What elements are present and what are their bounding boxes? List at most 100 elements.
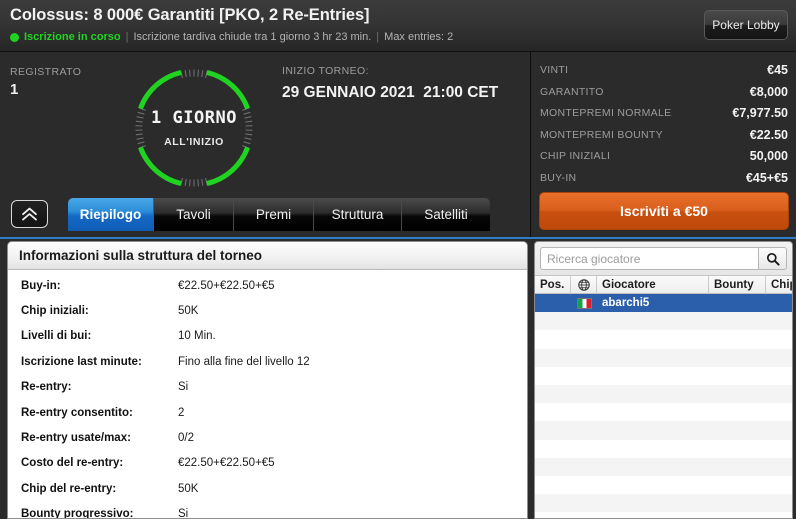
- tab-struttura[interactable]: Struttura: [314, 198, 402, 231]
- player-chip: [766, 476, 792, 494]
- player-flag-empty: [571, 312, 597, 330]
- table-row[interactable]: [535, 384, 792, 404]
- prize-label: CHIP INIZIALI: [540, 150, 611, 162]
- prize-row: GARANTITO €8,000: [540, 82, 788, 102]
- player-chip: [766, 494, 792, 512]
- column-header-bounty[interactable]: Bounty: [709, 275, 766, 294]
- structure-info-panel: Informazioni sulla struttura del torneo …: [7, 241, 528, 519]
- table-row[interactable]: [535, 512, 792, 518]
- player-chip: [766, 421, 792, 439]
- tab-label: Premi: [255, 207, 292, 222]
- player-position: [535, 421, 571, 439]
- tab-satelliti[interactable]: Satelliti: [402, 198, 490, 231]
- structure-rows: Buy-in: €22.50+€22.50+€5 Chip iniziali: 50K…: [8, 270, 527, 518]
- structure-panel-title: Informazioni sulla struttura del torneo: [19, 248, 263, 263]
- player-flag-empty: [571, 494, 597, 512]
- structure-row: Re-entry: Si: [8, 375, 527, 400]
- player-search-area: [535, 242, 792, 275]
- player-name: [597, 458, 709, 476]
- column-header-chip[interactable]: Chip: [766, 275, 792, 294]
- player-bounty: [709, 421, 766, 439]
- table-row[interactable]: [535, 439, 792, 458]
- player-name: [597, 330, 709, 348]
- player-position: [535, 294, 571, 312]
- structure-row: Livelli di bui: 10 Min.: [8, 324, 527, 349]
- player-bounty: [709, 403, 766, 421]
- player-bounty: [709, 476, 766, 494]
- player-flag-empty: [571, 349, 597, 367]
- player-name: [597, 349, 709, 367]
- player-name: [597, 403, 709, 421]
- tab-label: Tavoli: [176, 207, 211, 222]
- tab-label: Riepilogo: [79, 207, 142, 222]
- flag-italy-icon: [576, 297, 592, 309]
- player-bounty: [709, 349, 766, 367]
- player-position: [535, 476, 571, 494]
- structure-row-value: 2: [178, 406, 185, 419]
- collapse-panel-button[interactable]: [11, 200, 48, 228]
- player-flag-empty: [571, 476, 597, 494]
- structure-row: Costo del re-entry: €22.50+€22.50+€5: [8, 451, 527, 476]
- structure-row-label: Re-entry consentito:: [21, 406, 133, 419]
- register-button[interactable]: Iscriviti a €50: [539, 192, 789, 230]
- player-position: [535, 330, 571, 348]
- table-row[interactable]: [535, 421, 792, 440]
- prize-value: €45: [767, 63, 788, 77]
- table-row[interactable]: [535, 366, 792, 385]
- table-row[interactable]: [535, 494, 792, 513]
- player-position: [535, 512, 571, 518]
- player-name: abarchi5: [602, 297, 650, 310]
- column-header-country[interactable]: [571, 275, 597, 294]
- structure-row-value: €22.50+€22.50+€5: [178, 457, 275, 470]
- player-position: [535, 494, 571, 512]
- player-name: [597, 312, 709, 330]
- status-line: Iscrizione in corso | Iscrizione tardiva…: [10, 31, 453, 43]
- structure-row: Bounty progressivo: Si: [8, 502, 527, 518]
- player-flag-empty: [571, 440, 597, 458]
- separator-2: |: [376, 31, 380, 43]
- player-bounty: [709, 458, 766, 476]
- player-position: [535, 403, 571, 421]
- search-input[interactable]: [540, 247, 758, 270]
- table-row[interactable]: [535, 312, 792, 331]
- player-chip: [766, 294, 792, 312]
- prize-label: GARANTITO: [540, 85, 604, 98]
- table-row[interactable]: abarchi5: [535, 294, 792, 313]
- player-chip: [766, 330, 792, 348]
- player-table-rows: abarchi5: [535, 294, 792, 518]
- structure-row-label: Re-entry:: [21, 381, 72, 394]
- structure-row: Chip iniziali: 50K: [8, 298, 527, 323]
- tab-riepilogo[interactable]: Riepilogo: [68, 198, 154, 231]
- countdown-main-text: 1 GIORNO: [151, 108, 237, 128]
- table-row[interactable]: [535, 330, 792, 349]
- structure-row-label: Re-entry usate/max:: [21, 432, 131, 445]
- poker-lobby-button[interactable]: Poker Lobby: [704, 10, 788, 40]
- player-position: [535, 458, 571, 476]
- table-row[interactable]: [535, 475, 792, 495]
- player-bounty: [709, 385, 766, 403]
- search-button[interactable]: [758, 247, 787, 270]
- structure-row-label: Iscrizione last minute:: [21, 355, 142, 368]
- player-name: [597, 385, 709, 403]
- player-name: [597, 421, 709, 439]
- table-row[interactable]: [535, 348, 792, 367]
- structure-panel-header: Informazioni sulla struttura del torneo: [8, 242, 527, 270]
- table-row[interactable]: [535, 457, 792, 476]
- player-flag-empty: [571, 512, 597, 518]
- tab-tavoli[interactable]: Tavoli: [154, 198, 234, 231]
- column-header-player[interactable]: Giocatore: [597, 275, 709, 294]
- start-time-value: 29 GENNAIO 2021 21:00 CET: [282, 84, 499, 101]
- chevron-double-up-icon: [22, 207, 37, 220]
- tab-premi[interactable]: Premi: [234, 198, 314, 231]
- tournament-lobby-window: Colossus: 8 000€ Garantiti [PKO, 2 Re-En…: [0, 0, 796, 519]
- player-position: [535, 367, 571, 385]
- player-name: [597, 512, 709, 518]
- player-flag-empty: [571, 458, 597, 476]
- prize-label: VINTI: [540, 64, 569, 76]
- tab-label: Satelliti: [424, 207, 468, 222]
- flag-italy-icon: [571, 294, 597, 312]
- table-row[interactable]: [535, 403, 792, 422]
- player-name: [597, 367, 709, 385]
- tournament-info-region: REGISTRATO 1 1 GIORNO ALL'INIZIO INIZIO …: [0, 52, 529, 189]
- column-header-pos[interactable]: Pos.: [535, 275, 571, 294]
